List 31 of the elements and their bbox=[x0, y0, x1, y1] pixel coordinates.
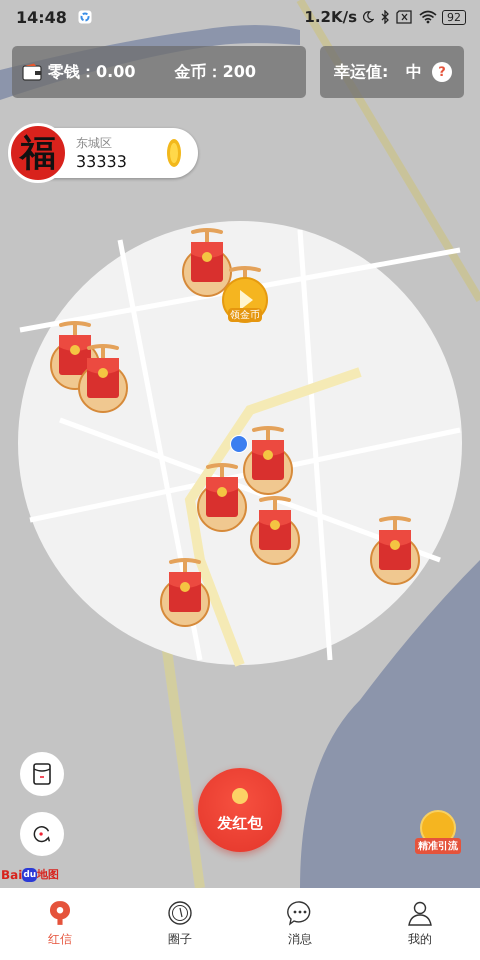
envelope-marker-icon[interactable] bbox=[159, 556, 211, 628]
wallet-icon bbox=[22, 63, 42, 81]
wifi-icon bbox=[419, 10, 437, 24]
luck-value: 中 bbox=[406, 62, 422, 82]
no-sim-icon bbox=[396, 10, 414, 24]
map-pin-icon bbox=[47, 900, 73, 926]
chat-bubble-icon bbox=[287, 900, 313, 926]
status-time: 14:48 bbox=[16, 8, 67, 26]
coin-balance: 金币：200 bbox=[174, 62, 256, 82]
change-balance: 零钱：0.00 bbox=[48, 62, 136, 82]
bluetooth-icon bbox=[379, 10, 391, 24]
person-icon bbox=[407, 900, 433, 926]
help-button[interactable]: ? bbox=[432, 62, 452, 82]
compass-icon bbox=[167, 900, 193, 926]
promo-button[interactable]: 精准引流 bbox=[412, 810, 464, 860]
luck-label: 幸运值: bbox=[334, 62, 388, 82]
coin-icon bbox=[166, 138, 182, 168]
app-notification-icon bbox=[78, 10, 92, 24]
network-speed: 1.2K/s bbox=[304, 8, 357, 26]
envelope-icon bbox=[31, 762, 53, 786]
envelope-marker-icon[interactable] bbox=[196, 461, 248, 533]
envelope-marker-icon[interactable] bbox=[249, 494, 301, 566]
envelope-marker-icon[interactable] bbox=[369, 514, 421, 586]
district-label: 东城区 bbox=[76, 135, 113, 152]
envelope-marker-icon[interactable] bbox=[242, 424, 294, 496]
user-amount: 33333 bbox=[76, 152, 128, 171]
battery-level: 92 bbox=[442, 10, 466, 24]
moon-icon bbox=[362, 10, 374, 24]
envelope-marker-icon[interactable] bbox=[77, 342, 129, 414]
map-logo: Bai du地图 bbox=[1, 868, 60, 882]
envelope-marker-icon[interactable] bbox=[181, 226, 233, 298]
